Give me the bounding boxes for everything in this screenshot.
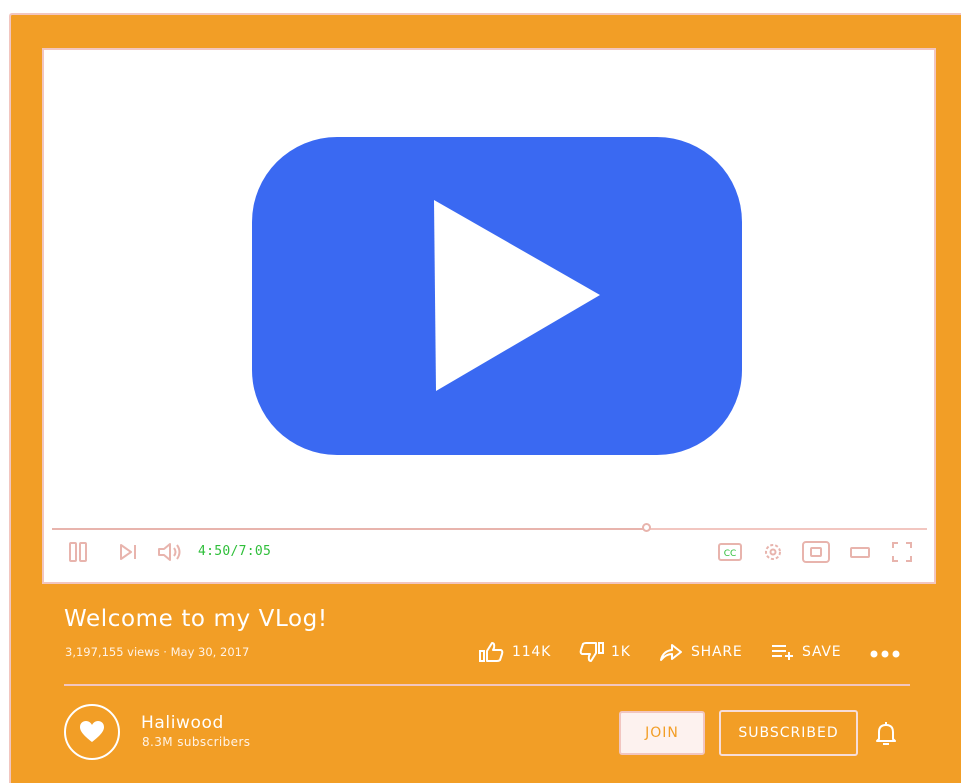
- time-display: 4:50/7:05: [198, 544, 272, 559]
- video-title: Welcome to my VLog!: [64, 606, 328, 632]
- more-icon: [870, 650, 900, 658]
- miniplayer-button[interactable]: [801, 540, 831, 564]
- like-icon: [479, 642, 504, 662]
- save-button[interactable]: SAVE: [770, 638, 841, 666]
- share-label: SHARE: [691, 644, 743, 660]
- save-label: SAVE: [802, 644, 842, 660]
- settings-icon: [765, 544, 781, 560]
- channel-avatar[interactable]: [64, 704, 120, 760]
- next-icon: [120, 544, 136, 560]
- progress-bar[interactable]: [52, 523, 927, 532]
- next-button[interactable]: [118, 540, 140, 564]
- like-count: 114K: [512, 644, 552, 660]
- subscribed-button[interactable]: SUBSCRIBED: [719, 710, 858, 756]
- like-button[interactable]: 114K: [478, 638, 551, 666]
- share-button[interactable]: SHARE: [657, 638, 743, 666]
- video-meta: 3,197,155 views · May 30, 2017: [65, 645, 250, 659]
- theater-icon: [850, 547, 870, 558]
- channel-name[interactable]: Haliwood: [141, 713, 224, 733]
- subscriber-count: 8.3M subscribers: [142, 735, 251, 749]
- dislike-icon: [579, 642, 604, 662]
- video-player[interactable]: 4:50/7:05 CC: [42, 48, 936, 584]
- progress-fill: [52, 528, 647, 530]
- dislike-count: 1K: [611, 644, 631, 660]
- theater-button[interactable]: [848, 540, 872, 564]
- volume-button[interactable]: [156, 540, 184, 564]
- miniplayer-icon: [802, 541, 830, 563]
- settings-button[interactable]: [760, 540, 786, 564]
- volume-icon: [158, 543, 181, 561]
- divider: [64, 684, 910, 686]
- pause-icon: [69, 542, 87, 562]
- captions-button[interactable]: CC: [717, 540, 743, 564]
- join-button[interactable]: JOIN: [619, 711, 705, 755]
- fullscreen-button[interactable]: [890, 540, 914, 564]
- share-icon: [660, 644, 682, 661]
- more-button[interactable]: [869, 638, 907, 666]
- captions-label: CC: [724, 549, 737, 559]
- heart-icon: [80, 721, 104, 742]
- dislike-button[interactable]: 1K: [577, 638, 631, 666]
- fullscreen-icon: [892, 542, 912, 562]
- notification-bell-button[interactable]: [874, 721, 898, 751]
- play-icon[interactable]: [252, 137, 742, 455]
- pause-button[interactable]: [68, 540, 90, 564]
- captions-icon: CC: [718, 543, 742, 561]
- bell-icon: [876, 722, 896, 745]
- save-icon: [772, 645, 793, 660]
- progress-knob[interactable]: [642, 523, 651, 532]
